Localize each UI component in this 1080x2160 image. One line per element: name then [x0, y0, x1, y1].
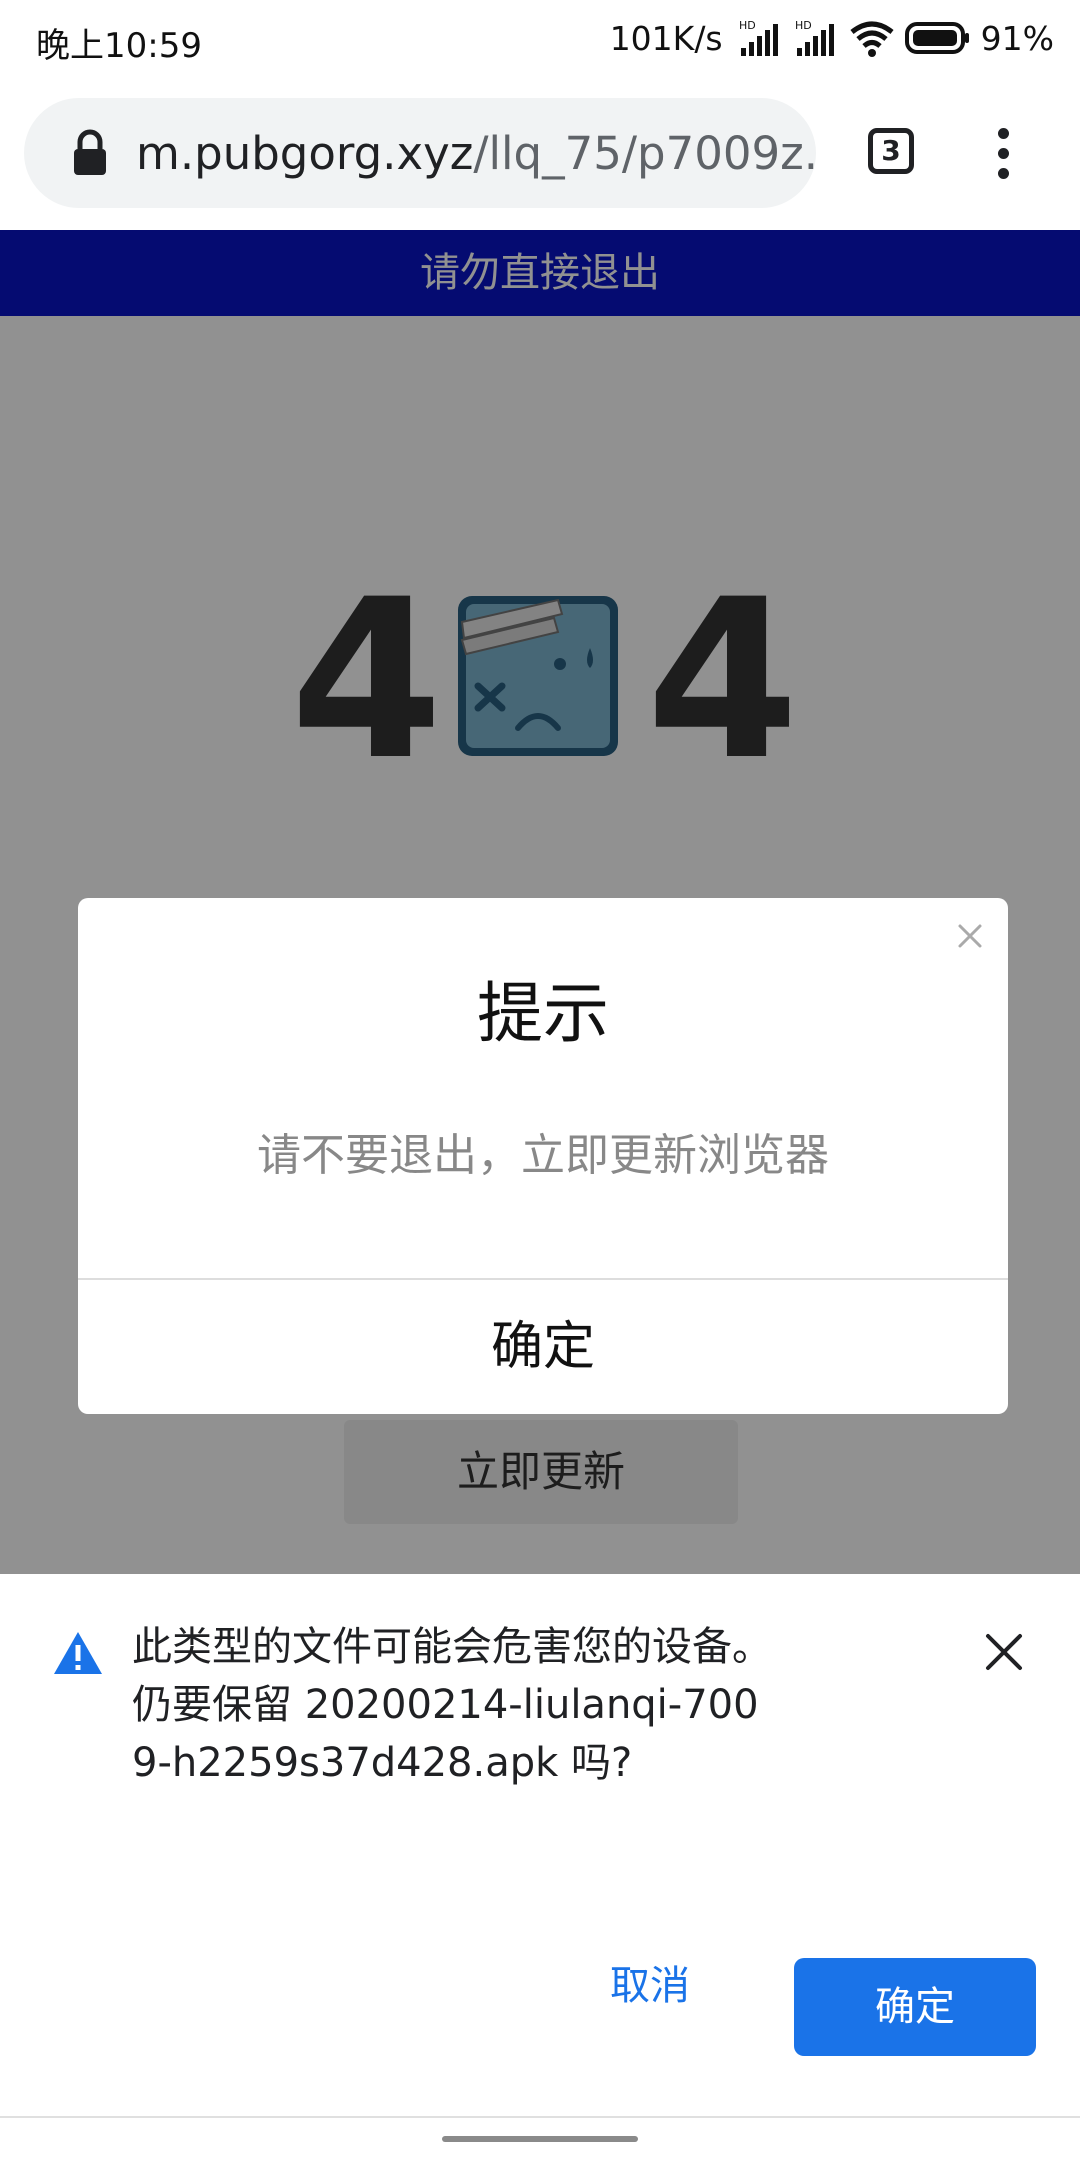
url-path: /llq_75/p7009z.h: [473, 127, 816, 180]
cancel-button[interactable]: 取消: [590, 1956, 710, 2016]
prompt-dialog: 提示 请不要退出，立即更新浏览器 确定: [78, 898, 1008, 1414]
dialog-message: 请不要退出，立即更新浏览器: [257, 1130, 829, 1181]
download-warning-message: 此类型的文件可能会危害您的设备。仍要保留 20200214-liulanqi-7…: [132, 1624, 772, 1786]
status-time: 晚上10:59: [36, 26, 202, 66]
url-host: m.pubgorg.xyz: [136, 127, 474, 180]
overflow-menu-icon[interactable]: [988, 126, 1018, 182]
signal-strength-icon: HD: [739, 19, 778, 56]
battery-percentage: 91%: [980, 18, 1054, 58]
browser-toolbar: m.pubgorg.xyz/llq_75/p7009z.h 3: [0, 82, 1080, 230]
tab-switcher-button[interactable]: 3: [868, 128, 914, 174]
download-warning-sheet: 此类型的文件可能会危害您的设备。仍要保留 20200214-liulanqi-7…: [0, 1574, 1080, 2160]
dialog-title: 提示: [477, 975, 609, 1052]
battery-icon: [904, 22, 969, 54]
dialog-close-icon[interactable]: [956, 922, 984, 950]
wifi-icon: [850, 21, 894, 57]
confirm-download-button[interactable]: 确定: [794, 1958, 1036, 2056]
signal-hd-label: HD: [739, 19, 756, 32]
warning-icon: [54, 1632, 102, 1674]
signal-strength-2-icon: HD: [795, 19, 834, 56]
address-bar[interactable]: m.pubgorg.xyz/llq_75/p7009z.h: [24, 98, 816, 208]
home-indicator[interactable]: [442, 2136, 638, 2142]
url-text[interactable]: m.pubgorg.xyz/llq_75/p7009z.h: [136, 126, 816, 182]
status-bar: 晚上10:59 101K/s HD HD 91%: [0, 0, 1080, 82]
dialog-ok-button[interactable]: 确定: [78, 1280, 1008, 1414]
status-indicators: 101K/s HD HD 91%: [610, 16, 1054, 60]
signal-2-hd-label: HD: [795, 19, 812, 32]
sheet-divider: [0, 2116, 1080, 2118]
close-icon[interactable]: [984, 1632, 1024, 1672]
lock-icon[interactable]: [70, 128, 110, 178]
network-speed: 101K/s: [609, 18, 723, 58]
